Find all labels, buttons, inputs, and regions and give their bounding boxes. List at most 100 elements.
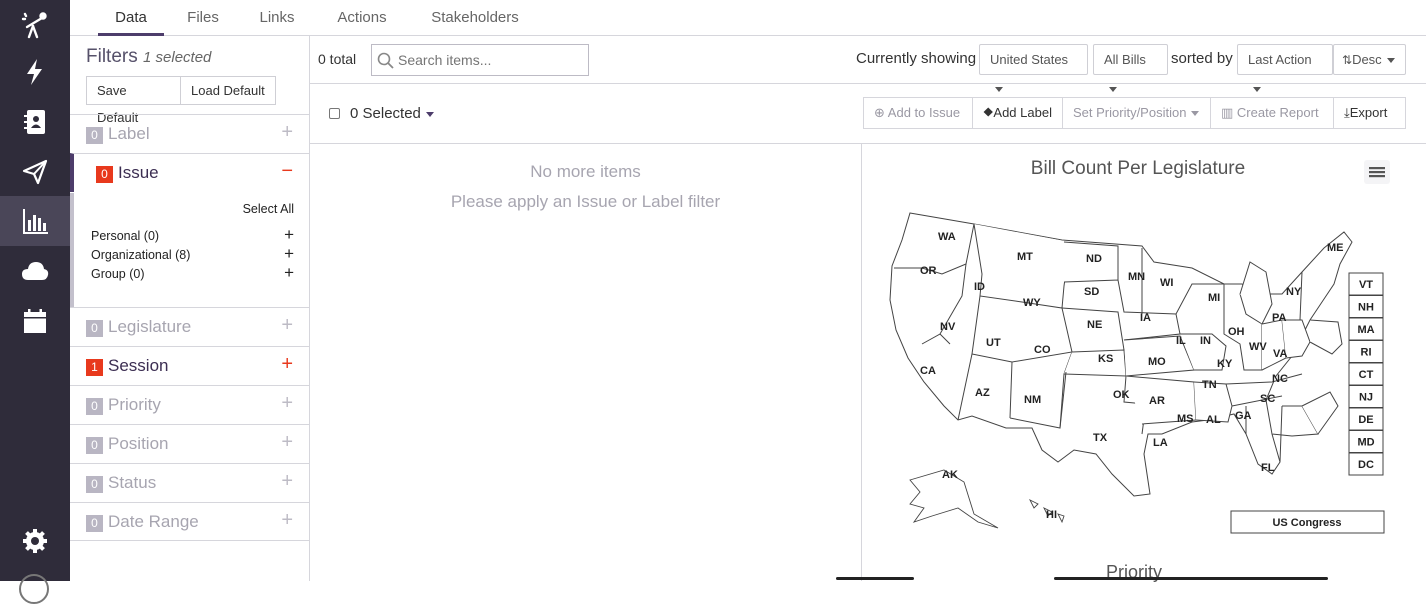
avatar[interactable]	[19, 574, 49, 604]
state-label: SC	[1260, 393, 1275, 405]
state-box-label: MA	[1357, 324, 1374, 336]
tab-actions[interactable]: Actions	[326, 0, 398, 36]
state-label: WY	[1023, 297, 1041, 309]
state-label: NE	[1087, 319, 1102, 331]
plus-icon[interactable]: +	[281, 353, 293, 376]
sort-order-icon: ⇅	[1342, 53, 1353, 67]
chart-scroll-handle	[836, 577, 914, 580]
create-report-label: Create Report	[1236, 105, 1319, 120]
calendar-icon[interactable]	[0, 296, 70, 346]
filter-group-name: Legislature	[108, 317, 192, 336]
plus-icon[interactable]: +	[281, 314, 293, 337]
plus-icon[interactable]: +	[284, 263, 294, 283]
plus-icon[interactable]: +	[281, 470, 293, 493]
filter-count-badge: 0	[86, 127, 103, 144]
add-label-button[interactable]: ⯁Add Label	[972, 97, 1063, 129]
save-default-button[interactable]: Save Default	[86, 76, 181, 125]
filter-group-label[interactable]: 0 Label +	[70, 114, 309, 153]
state-box-label: CT	[1359, 369, 1374, 381]
state-label: NY	[1286, 286, 1302, 298]
filter-count-badge: 0	[96, 166, 113, 183]
filter-group-issue[interactable]: 0 Issue −	[70, 153, 309, 192]
sort-field-value: Last Action	[1248, 52, 1312, 67]
send-icon[interactable]	[0, 147, 70, 197]
state-box-label: MD	[1357, 437, 1374, 449]
bar-chart-icon: ▥	[1221, 105, 1237, 120]
settings-icon[interactable]	[0, 516, 70, 566]
state-label: VA	[1273, 348, 1288, 360]
filter-group-legislature[interactable]: 0 Legislature +	[70, 307, 309, 346]
plus-icon[interactable]: +	[281, 121, 293, 144]
currently-showing-label: Currently showing	[856, 50, 977, 67]
set-priority-label: Set Priority/Position	[1073, 105, 1187, 120]
analytics-icon[interactable]	[0, 196, 70, 246]
filter-group-name: Label	[108, 124, 150, 143]
bills-select-value: All Bills	[1104, 52, 1146, 67]
tab-stakeholders[interactable]: Stakeholders	[420, 0, 530, 36]
filter-group-name: Session	[108, 356, 169, 375]
plus-icon[interactable]: +	[281, 431, 293, 454]
country-select[interactable]: United States	[979, 44, 1088, 93]
chevron-down-icon	[1191, 111, 1200, 117]
lightning-icon[interactable]	[0, 47, 70, 97]
cloud-icon[interactable]	[0, 246, 70, 296]
plus-icon[interactable]: +	[284, 225, 294, 245]
ne-state-boxes: VT NH MA RI CT NJ DE MD DC	[1348, 272, 1384, 476]
select-all-link[interactable]: Select All	[243, 202, 294, 216]
select-all-checkbox[interactable]	[329, 108, 340, 119]
filter-group-position[interactable]: 0 Position +	[70, 424, 309, 463]
issue-filter-options: Select All Personal (0) + Organizational…	[70, 193, 309, 308]
state-box-label: NH	[1358, 302, 1374, 314]
state-label: OR	[920, 265, 937, 277]
state-label: UT	[986, 337, 1001, 349]
state-label: MN	[1128, 271, 1145, 283]
state-label: OH	[1228, 326, 1245, 338]
plus-icon[interactable]: +	[284, 244, 294, 264]
us-congress-label: US Congress	[1272, 517, 1341, 529]
sort-direction-select[interactable]: ⇅Desc	[1333, 44, 1406, 75]
sorted-by-label: sorted by	[1171, 50, 1233, 67]
state-label: TX	[1093, 432, 1108, 444]
plus-icon[interactable]: +	[281, 392, 293, 415]
chevron-down-icon	[425, 111, 434, 117]
state-label: SD	[1084, 286, 1099, 298]
state-label: NV	[940, 321, 956, 333]
state-label: MS	[1177, 413, 1194, 425]
tab-data[interactable]: Data	[98, 0, 164, 36]
filter-group-priority[interactable]: 0 Priority +	[70, 385, 309, 424]
filter-group-status[interactable]: 0 Status +	[70, 463, 309, 502]
selected-count[interactable]: 0 Selected	[350, 105, 434, 122]
search-input[interactable]	[398, 50, 584, 70]
filter-group-date-range[interactable]: 0 Date Range +	[70, 502, 309, 541]
contacts-icon[interactable]	[0, 97, 70, 147]
chart-scroll-handle	[1054, 577, 1328, 580]
filter-group-session[interactable]: 1 Session +	[70, 346, 309, 385]
tab-links[interactable]: Links	[250, 0, 304, 36]
create-report-button[interactable]: ▥ Create Report	[1210, 97, 1334, 129]
filters-title-text: Filters	[86, 46, 138, 67]
tab-files[interactable]: Files	[178, 0, 228, 36]
load-default-button[interactable]: Load Default	[180, 76, 276, 105]
filter-group-name: Issue	[118, 163, 159, 182]
minus-icon[interactable]: −	[281, 160, 293, 183]
bulk-actions-bar: 0 Selected ⊕ Add to Issue ⯁Add Label Set…	[310, 84, 1426, 144]
search-box[interactable]	[371, 44, 589, 76]
total-count: 0 total	[318, 51, 357, 67]
sort-field-select[interactable]: Last Action	[1237, 44, 1333, 93]
state-label: AR	[1149, 395, 1165, 407]
set-priority-position-button[interactable]: Set Priority/Position	[1062, 97, 1211, 129]
plus-icon[interactable]: +	[281, 509, 293, 532]
filter-count-badge: 0	[86, 398, 103, 415]
issue-option-personal[interactable]: Personal (0)	[91, 229, 159, 243]
telescope-icon[interactable]	[0, 0, 70, 50]
export-button[interactable]: ⤓Export	[1333, 97, 1406, 129]
state-box-label: DC	[1358, 459, 1374, 471]
state-label: FL	[1261, 462, 1275, 474]
issue-option-group[interactable]: Group (0)	[91, 267, 145, 281]
state-label: HI	[1046, 509, 1057, 521]
bills-select[interactable]: All Bills	[1093, 44, 1168, 93]
issue-option-organizational[interactable]: Organizational (8)	[91, 248, 190, 262]
add-to-issue-label: Add to Issue	[887, 105, 961, 120]
selected-count-text: 0 Selected	[350, 105, 421, 122]
add-to-issue-button[interactable]: ⊕ Add to Issue	[863, 97, 973, 129]
